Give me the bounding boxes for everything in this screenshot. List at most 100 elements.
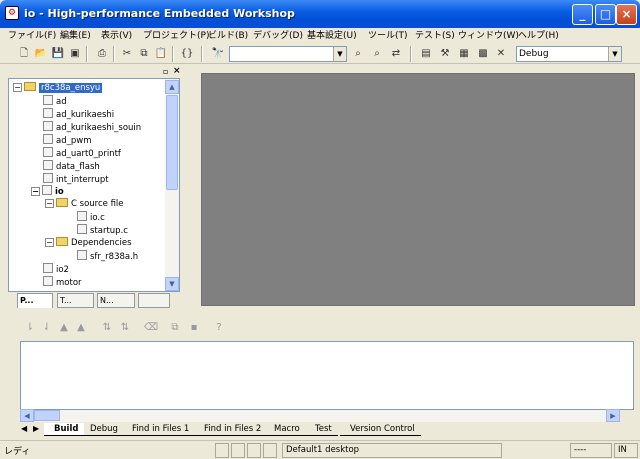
tab-test[interactable] bbox=[138, 293, 170, 308]
sort-icon[interactable]: ⇂ bbox=[22, 320, 38, 336]
tab-debug[interactable]: Debug bbox=[80, 423, 124, 436]
menu-test[interactable]: テスト(S) bbox=[413, 29, 457, 43]
status-icon[interactable] bbox=[247, 443, 261, 458]
find-icon[interactable]: 🔭 bbox=[210, 46, 226, 62]
tree-item[interactable]: motor bbox=[43, 276, 82, 288]
file-icon bbox=[77, 211, 87, 221]
tree-item[interactable]: ad_kurikaeshi bbox=[43, 108, 114, 120]
output-window[interactable] bbox=[20, 341, 634, 410]
build-icon[interactable]: ⚒ bbox=[437, 46, 453, 62]
tab-macro[interactable]: Macro bbox=[264, 423, 306, 436]
sort-icon[interactable]: ⇅ bbox=[99, 320, 115, 336]
status-text: レディ bbox=[4, 447, 31, 457]
folder-icon bbox=[56, 237, 68, 246]
menu-edit[interactable]: 編集(E) bbox=[58, 29, 93, 43]
menu-view[interactable]: 表示(V) bbox=[99, 29, 134, 43]
menu-window[interactable]: ウィンドウ(W) bbox=[456, 29, 521, 43]
copy-icon[interactable]: ⧉ bbox=[136, 46, 152, 62]
tab-prev-icon[interactable]: ◀ bbox=[21, 424, 27, 433]
batch-build-icon[interactable]: ▩ bbox=[475, 46, 491, 62]
close-button[interactable]: × bbox=[616, 4, 637, 25]
clear-icon[interactable]: ⌫ bbox=[143, 320, 159, 336]
chevron-down-icon[interactable]: ▼ bbox=[608, 47, 621, 61]
sort-icon[interactable]: ⇃ bbox=[39, 320, 55, 336]
menu-project[interactable]: プロジェクト(P) bbox=[141, 29, 211, 43]
session-combo[interactable]: Debug ▼ bbox=[516, 46, 622, 62]
tree-file[interactable]: sfr_r838a.h bbox=[77, 250, 138, 262]
save-all-icon[interactable]: ▣ bbox=[67, 46, 83, 62]
tab-find1[interactable]: Find in Files 1 bbox=[122, 423, 196, 436]
scroll-down-icon[interactable]: ▼ bbox=[165, 277, 179, 291]
new-file-icon[interactable]: 🗋 bbox=[16, 46, 32, 62]
sort-icon[interactable]: ▲ bbox=[56, 320, 72, 336]
cut-icon[interactable]: ✂ bbox=[119, 46, 135, 62]
tree-item[interactable]: ad_pwm bbox=[43, 134, 91, 146]
tree-file[interactable]: io.c bbox=[77, 211, 105, 223]
status-icon[interactable] bbox=[263, 443, 277, 458]
tree-item[interactable]: int_interrupt bbox=[43, 173, 109, 185]
scroll-up-icon[interactable]: ▲ bbox=[165, 80, 179, 94]
window-title: io - High-performance Embedded Workshop bbox=[24, 7, 295, 20]
status-icon[interactable] bbox=[231, 443, 245, 458]
sort-icon[interactable]: ⇅ bbox=[117, 320, 133, 336]
tree-folder-dependencies[interactable]: − Dependencies bbox=[45, 237, 132, 249]
tree-item[interactable]: ad_kurikaeshi_souin bbox=[43, 121, 141, 133]
menu-debug[interactable]: デバッグ(D) bbox=[251, 29, 305, 43]
save-icon[interactable]: ▪ bbox=[186, 320, 202, 336]
tree-item[interactable]: io2 bbox=[43, 263, 69, 275]
project-icon bbox=[43, 134, 53, 144]
pane-close-icon[interactable]: × bbox=[173, 66, 181, 76]
tab-projects[interactable]: P... bbox=[17, 293, 53, 308]
tab-version-control[interactable]: Version Control bbox=[340, 423, 421, 436]
status-icon[interactable] bbox=[215, 443, 229, 458]
brace-icon[interactable]: {} bbox=[179, 46, 195, 62]
project-icon bbox=[43, 121, 53, 131]
tree-item[interactable]: data_flash bbox=[43, 160, 100, 172]
tree-item-io[interactable]: − io bbox=[31, 185, 64, 197]
menu-build[interactable]: ビルド(B) bbox=[206, 29, 250, 43]
build-all-icon[interactable]: ▦ bbox=[456, 46, 472, 62]
find-prev-icon[interactable]: ⌕ bbox=[369, 46, 385, 62]
search-combo[interactable]: ▼ bbox=[229, 46, 347, 62]
menu-settings[interactable]: 基本設定(U) bbox=[305, 29, 359, 43]
scroll-right-icon[interactable]: ▶ bbox=[606, 409, 620, 422]
tree-folder-csource[interactable]: − C source file bbox=[45, 198, 124, 210]
tab-find2[interactable]: Find in Files 2 bbox=[194, 423, 268, 436]
pane-menu-icon[interactable]: ▫ bbox=[163, 67, 168, 76]
tree-item[interactable]: ad bbox=[43, 95, 67, 107]
scroll-thumb[interactable] bbox=[166, 95, 178, 190]
menu-tools[interactable]: ツール(T) bbox=[366, 29, 410, 43]
compile-icon[interactable]: ▤ bbox=[418, 46, 434, 62]
minimize-button[interactable]: _ bbox=[572, 4, 593, 25]
tree-file[interactable]: startup.c bbox=[77, 224, 128, 236]
print-icon[interactable]: ⎙ bbox=[94, 46, 110, 62]
insert-mode-status: IN bbox=[614, 443, 638, 458]
tab-next-icon[interactable]: ▶ bbox=[33, 424, 39, 433]
open-file-icon[interactable]: 📂 bbox=[33, 46, 49, 62]
tab-navigation[interactable]: N... bbox=[97, 293, 135, 308]
chevron-down-icon[interactable]: ▼ bbox=[333, 47, 346, 61]
hscroll-thumb[interactable] bbox=[34, 410, 60, 421]
menu-help[interactable]: ヘルプ(H) bbox=[516, 29, 561, 43]
tab-test[interactable]: Test bbox=[305, 423, 338, 436]
save-icon[interactable]: 💾 bbox=[50, 46, 66, 62]
tree-item[interactable]: ad_uart0_printf bbox=[43, 147, 121, 159]
project-icon bbox=[42, 185, 52, 195]
stop-build-icon[interactable]: ✕ bbox=[493, 46, 509, 62]
help-icon[interactable]: ? bbox=[211, 320, 227, 336]
tab-templates[interactable]: T... bbox=[57, 293, 94, 308]
paste-icon[interactable]: 📋 bbox=[153, 46, 169, 62]
tree-root[interactable]: − r8c38a_ensyu bbox=[13, 82, 103, 94]
app-icon[interactable]: ⚙ bbox=[5, 6, 19, 20]
menu-bar: ファイル(F) 編集(E) 表示(V) プロジェクト(P) ビルド(B) デバッ… bbox=[0, 28, 640, 44]
output-hscroll[interactable] bbox=[20, 410, 620, 422]
editor-area[interactable] bbox=[201, 73, 635, 306]
menu-file[interactable]: ファイル(F) bbox=[6, 29, 58, 43]
copy-icon[interactable]: ⧉ bbox=[167, 320, 183, 336]
scroll-left-icon[interactable]: ◀ bbox=[20, 409, 34, 422]
tab-build[interactable]: Build bbox=[44, 423, 85, 436]
find-next-icon[interactable]: ⌕ bbox=[350, 46, 366, 62]
replace-icon[interactable]: ⇄ bbox=[388, 46, 404, 62]
maximize-button[interactable]: □ bbox=[595, 4, 616, 25]
sort-icon[interactable]: ▲ bbox=[73, 320, 89, 336]
